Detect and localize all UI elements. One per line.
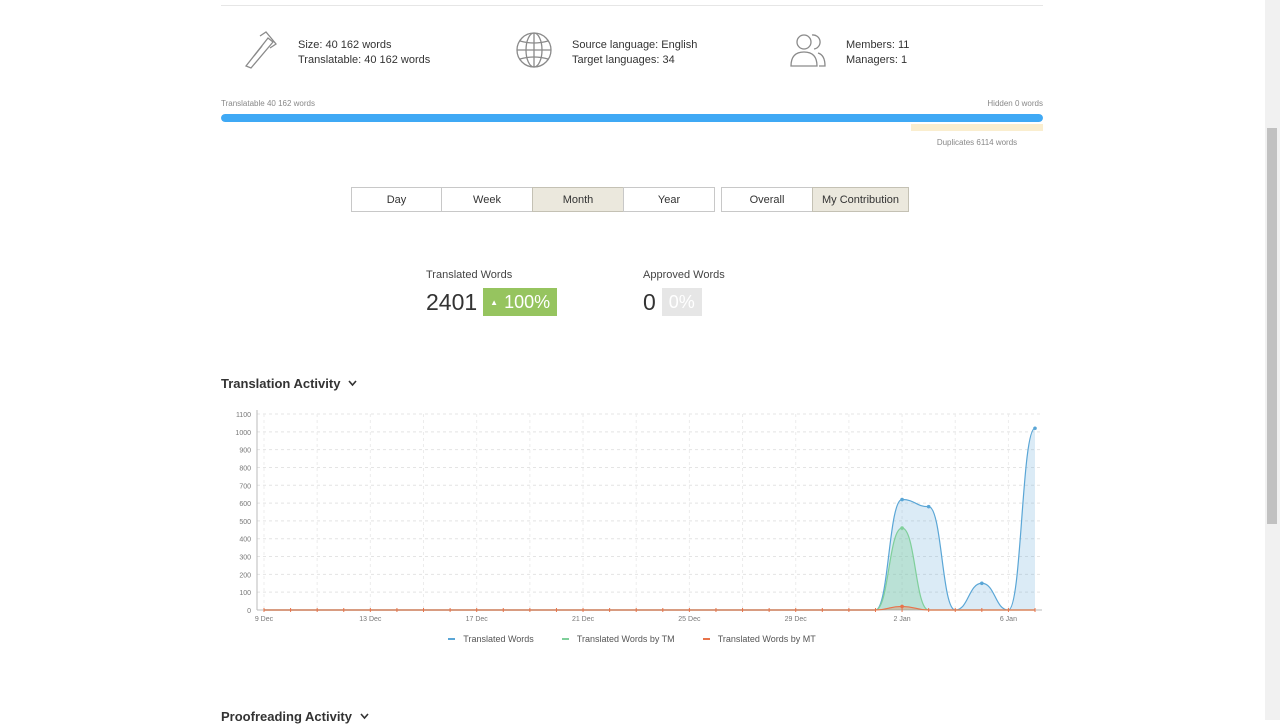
translation-activity-chart: 0 100 200 300 400 500 600 700 800 900 1000 1100 9 De… <box>235 410 1042 623</box>
proofreading-activity-title: Proofreading Activity <box>221 709 352 724</box>
legend-swatch <box>448 638 456 640</box>
legend-item-translated-words-by-tm[interactable]: Translated Words by TM <box>561 634 675 644</box>
translated-words-point <box>1033 426 1037 431</box>
tab-my-contribution[interactable]: My Contribution <box>812 187 909 212</box>
translated-words-point <box>980 581 984 586</box>
tab-month[interactable]: Month <box>532 187 624 212</box>
top-divider <box>221 5 1043 6</box>
translated-words-value: 2401 <box>426 288 478 315</box>
translated-words-area <box>264 428 1035 610</box>
y-tick-label: 1000 <box>235 430 251 437</box>
progress-labels: Translatable 40 162 words Hidden 0 words <box>221 99 1043 108</box>
translated-change-value: 100% <box>504 291 551 312</box>
y-tick-label: 500 <box>239 519 251 526</box>
approved-words-metric: Approved Words 0 0% <box>643 269 725 316</box>
duplicates-bar <box>911 124 1043 131</box>
x-tick-label: 6 Jan <box>1000 616 1017 623</box>
legend-label: Translated Words by TM <box>576 634 675 644</box>
x-tick-label: 17 Dec <box>466 616 489 623</box>
chart-legend: Translated Words Translated Words by TM Tr… <box>221 634 1043 644</box>
legend-label: Translated Words by MT <box>717 634 816 644</box>
y-tick-label: 200 <box>239 572 251 579</box>
translation-activity-title: Translation Activity <box>221 376 341 391</box>
tab-day[interactable]: Day <box>351 187 442 212</box>
y-tick-label: 1100 <box>236 412 251 419</box>
translated-words-metric: Translated Words 2401 ▲ 100% <box>426 269 558 316</box>
x-tick-label: 29 Dec <box>785 616 808 623</box>
approved-change-badge: 0% <box>661 288 702 316</box>
members-stat: Members: 11 Managers: 1 <box>788 30 909 70</box>
legend-label: Translated Words <box>463 634 534 644</box>
y-tick-label: 700 <box>239 483 251 490</box>
translation-activity-toggle[interactable]: Translation Activity <box>221 376 358 391</box>
translated-words-point <box>926 504 931 509</box>
legend-item-translated-words[interactable]: Translated Words <box>448 634 534 644</box>
legend-swatch <box>561 638 569 640</box>
x-tick-label: 25 Dec <box>678 616 701 623</box>
globe-icon <box>516 32 552 68</box>
page-scrollbar[interactable] <box>1265 0 1280 720</box>
up-arrow-icon: ▲ <box>490 297 499 307</box>
translated-words-point <box>900 497 904 502</box>
legend-swatch <box>702 638 710 640</box>
proofreading-activity-toggle[interactable]: Proofreading Activity <box>221 709 369 724</box>
x-tick-label: 21 Dec <box>572 616 595 623</box>
translatable-text: Translatable: 40 162 words <box>298 54 431 66</box>
period-tabs: Day Week Month Year <box>351 187 715 212</box>
y-tick-label: 400 <box>239 537 251 544</box>
translatable-progress-bar <box>221 114 1043 122</box>
calipers-icon <box>244 31 277 69</box>
scrollbar-thumb[interactable] <box>1267 128 1277 524</box>
tab-overall[interactable]: Overall <box>721 187 813 212</box>
source-language-text: Source language: English <box>572 39 698 51</box>
members-text: Members: 11 <box>846 39 910 51</box>
translated-words-by-mt-point <box>900 604 904 609</box>
translated-words-label: Translated Words <box>426 269 513 281</box>
translated-change-badge: ▲ 100% <box>483 288 558 316</box>
legend-item-translated-words-by-mt[interactable]: Translated Words by MT <box>702 634 816 644</box>
x-tick-label: 13 Dec <box>359 616 382 623</box>
y-tick-label: 0 <box>247 608 251 615</box>
tab-year[interactable]: Year <box>623 187 715 212</box>
approved-words-value: 0 <box>643 288 656 315</box>
size-stat: Size: 40 162 words Translatable: 40 162 … <box>240 30 430 70</box>
size-text: Size: 40 162 words <box>298 39 392 51</box>
duplicates-label: Duplicates 6114 words <box>936 138 1018 147</box>
hidden-label: Hidden 0 words <box>987 99 1043 108</box>
translated-words-by-tm-point <box>900 526 904 530</box>
managers-text: Managers: 1 <box>846 54 908 66</box>
y-tick-label: 600 <box>239 501 251 508</box>
approved-words-label: Approved Words <box>643 269 725 281</box>
y-tick-label: 300 <box>239 555 251 562</box>
tab-week[interactable]: Week <box>441 187 533 212</box>
language-stat: Source language: English Target language… <box>514 30 697 70</box>
target-languages-text: Target languages: 34 <box>572 54 675 66</box>
scope-tabs: Overall My Contribution <box>721 187 909 212</box>
y-tick-label: 100 <box>239 590 251 597</box>
progress-fill <box>221 114 1043 122</box>
chevron-down-icon <box>348 380 358 387</box>
users-icon <box>790 34 826 67</box>
translatable-label: Translatable 40 162 words <box>221 99 315 108</box>
y-tick-label: 800 <box>239 465 251 472</box>
chevron-down-icon <box>360 713 369 720</box>
approved-change-value: 0% <box>668 291 695 312</box>
y-tick-label: 900 <box>239 448 251 455</box>
x-tick-label: 9 Dec <box>255 616 274 623</box>
x-tick-label: 2 Jan <box>894 616 911 623</box>
